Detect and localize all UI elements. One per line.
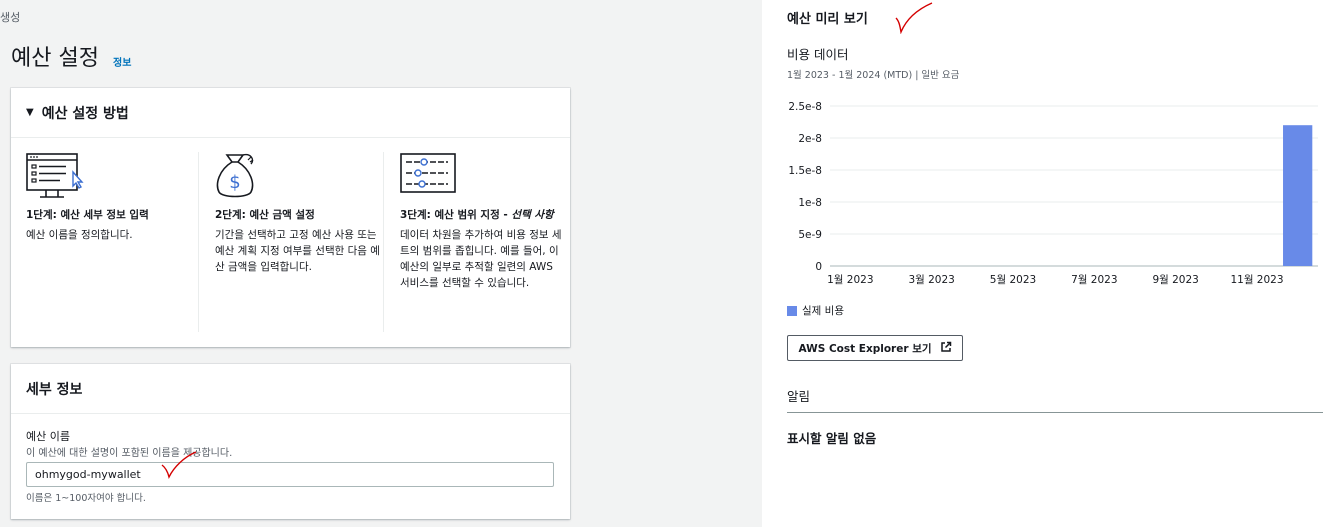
budget-name-label: 예산 이름 xyxy=(26,430,70,443)
y-tick-label: 0 xyxy=(815,261,822,273)
page-title: 예산 설정 xyxy=(11,46,99,71)
legend-label: 실제 비용 xyxy=(802,305,844,317)
optional-label: 선택 사항 xyxy=(511,209,554,221)
step-3-description: 데이터 차원을 추가하여 비용 정보 세트의 범위를 좁힙니다. 예를 들어, … xyxy=(400,229,562,289)
alerts-divider xyxy=(787,412,1323,413)
info-link[interactable]: 정보 xyxy=(113,54,131,69)
money-bag-icon: $ xyxy=(216,153,254,198)
details-card: 세부 정보 예산 이름 이 예산에 대한 설명이 포함된 이름을 제공합니다. … xyxy=(11,364,570,519)
cost-explorer-label: AWS Cost Explorer 보기 xyxy=(798,342,932,355)
budget-settings-pane: 생성 예산 설정 정보 ▼ 예산 설정 방법 1단계: 예산 세부 정보 입력 … xyxy=(0,0,762,527)
breadcrumb[interactable]: 생성 xyxy=(0,9,20,25)
step-1-description: 예산 이름을 정의합니다. xyxy=(26,229,133,241)
step-1-title: 1단계: 예산 세부 정보 입력 xyxy=(26,209,149,221)
x-tick-label: 3월 2023 xyxy=(908,274,954,286)
cost-date-range: 1월 2023 - 1월 2024 (MTD) | 일반 요금 xyxy=(787,70,960,81)
checkmark-annotation xyxy=(161,451,197,480)
how-to-budget-card: ▼ 예산 설정 방법 1단계: 예산 세부 정보 입력 예산 이름을 정의합니다… xyxy=(11,88,570,347)
caret-down-icon[interactable]: ▼ xyxy=(26,107,34,118)
legend-swatch xyxy=(787,305,797,316)
cost-explorer-button[interactable]: AWS Cost Explorer 보기 xyxy=(787,335,963,361)
y-tick-label: 1e-8 xyxy=(798,197,822,209)
sliders-icon xyxy=(400,153,456,193)
y-tick-label: 5e-9 xyxy=(798,229,822,241)
how-to-budget-title: 예산 설정 방법 xyxy=(41,105,129,122)
form-entry-icon xyxy=(26,153,84,198)
step-2-title: 2단계: 예산 금액 설정 xyxy=(215,209,315,221)
cost-chart: 0 5e-9 1e-8 1.5e-8 2e-8 2.5e-8 1월 2023 3월 2023 5… xyxy=(788,101,1318,286)
external-link-icon xyxy=(940,341,952,356)
step-2: $ 2단계: 예산 금액 설정 기간을 선택하고 고정 예산 사용 또는 예산 … xyxy=(198,152,384,332)
budget-name-constraint: 이름은 1~100자여야 합니다. xyxy=(26,493,146,504)
y-tick-label: 2e-8 xyxy=(798,133,822,145)
y-tick-label: 1.5e-8 xyxy=(788,165,822,177)
chart-legend[interactable]: 실제 비용 xyxy=(787,303,844,318)
step-3: 3단계: 예산 범위 지정 - 선택 사항 데이터 차원을 추가하여 비용 정보… xyxy=(383,152,563,332)
how-to-budget-header[interactable]: ▼ 예산 설정 방법 xyxy=(11,88,570,138)
budget-name-input[interactable] xyxy=(26,462,554,487)
preview-title: 예산 미리 보기 xyxy=(787,12,868,27)
checkmark-annotation xyxy=(895,2,933,34)
bar[interactable] xyxy=(1283,125,1313,266)
x-tick-label: 5월 2023 xyxy=(990,274,1036,286)
details-header: 세부 정보 xyxy=(11,364,570,414)
y-tick-label: 2.5e-8 xyxy=(788,101,822,113)
steps-list: 1단계: 예산 세부 정보 입력 예산 이름을 정의합니다. $ 2단계: 예산… xyxy=(11,152,570,332)
x-tick-label: 9월 2023 xyxy=(1152,274,1198,286)
budget-name-description: 이 예산에 대한 설명이 포함된 이름을 제공합니다. xyxy=(26,448,233,459)
step-1: 1단계: 예산 세부 정보 입력 예산 이름을 정의합니다. xyxy=(26,152,196,332)
budget-preview-pane: 예산 미리 보기 비용 데이터 1월 2023 - 1월 2024 (MTD) … xyxy=(762,0,1323,527)
alerts-title: 알림 xyxy=(787,389,811,404)
x-tick-label: 7월 2023 xyxy=(1071,274,1117,286)
no-alerts-message: 표시할 알림 없음 xyxy=(787,431,877,446)
step-2-description: 기간을 선택하고 고정 예산 사용 또는 예산 계획 지정 여부를 선택한 다음… xyxy=(215,229,380,273)
svg-text:$: $ xyxy=(229,172,240,193)
x-tick-label: 1월 2023 xyxy=(827,274,873,286)
step-3-title: 3단계: 예산 범위 지정 - 선택 사항 xyxy=(400,209,554,221)
x-tick-label: 11월 2023 xyxy=(1230,274,1283,286)
cost-data-title: 비용 데이터 xyxy=(787,47,849,62)
